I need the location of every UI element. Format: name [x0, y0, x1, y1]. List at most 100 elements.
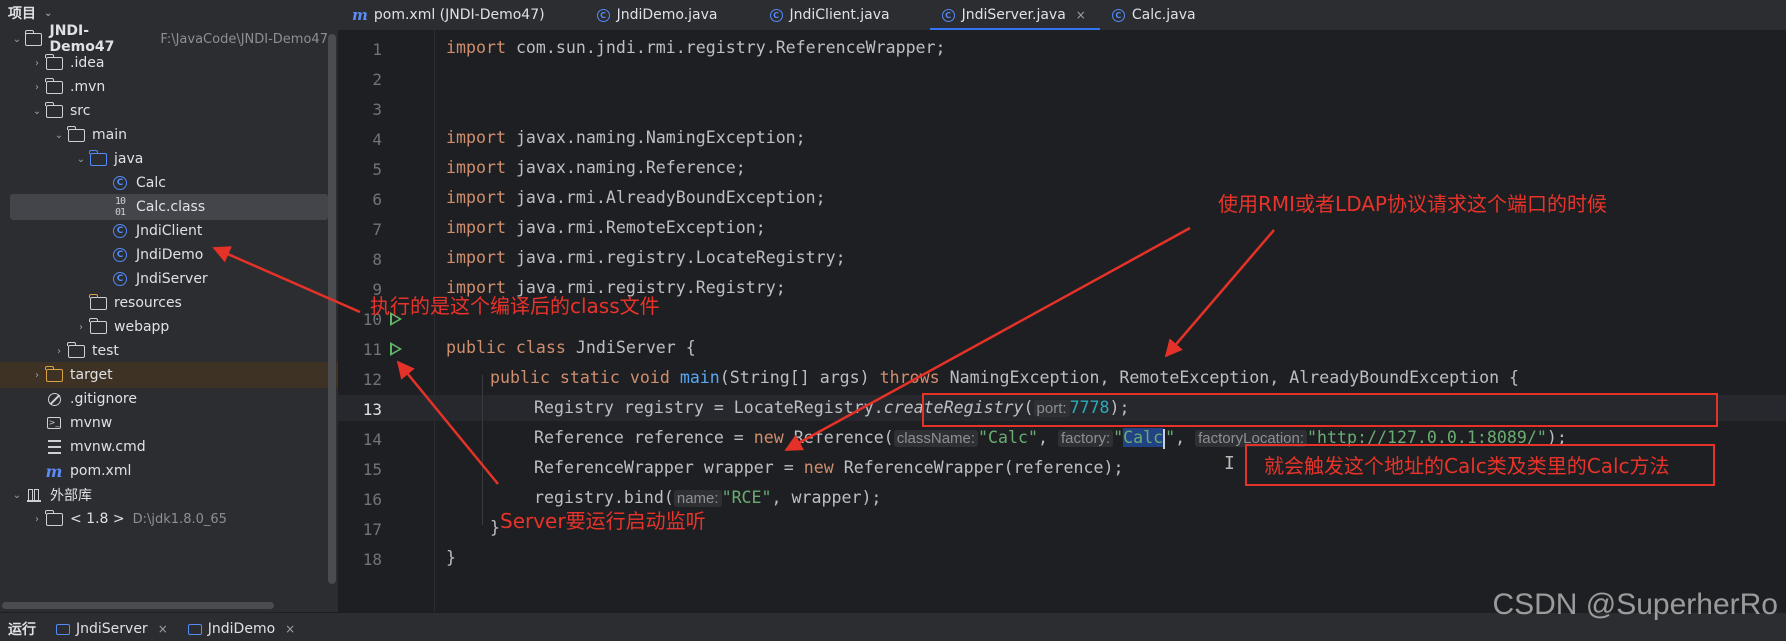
- tab-label: JndiClient.java: [789, 7, 890, 23]
- run-config-icon: [56, 623, 70, 635]
- tree-item-webapp[interactable]: › webapp: [10, 314, 328, 340]
- chevron-down-icon[interactable]: ⌄: [44, 8, 52, 19]
- parameter-hint: factory:: [1057, 430, 1114, 447]
- tree-item-test[interactable]: › test: [10, 338, 328, 364]
- code-line: import javax.naming.NamingException;: [446, 128, 806, 147]
- tree-item-external-libraries[interactable]: ⌄ 外部库: [10, 482, 328, 508]
- tab-jndiserver[interactable]: C JndiServer.java ×: [929, 0, 1101, 31]
- code-line: ReferenceWrapper wrapper = new Reference…: [534, 458, 1124, 477]
- collapse-arrow-icon[interactable]: ›: [74, 322, 88, 333]
- tree-item-label: 外部库: [50, 488, 92, 504]
- tree-item-label: JndiDemo: [136, 247, 204, 263]
- line-number: 7: [372, 220, 382, 239]
- class-icon: C: [769, 8, 783, 22]
- tree-item-jndiclient[interactable]: C JndiClient: [10, 218, 328, 244]
- run-tool-window-label[interactable]: 运行: [0, 617, 48, 641]
- expand-arrow-icon[interactable]: ⌄: [10, 34, 24, 45]
- tree-item-label: JndiClient: [136, 223, 203, 239]
- watermark: CSDN @SuperherRo: [1492, 588, 1778, 621]
- code-line: import java.rmi.registry.LocateRegistry;: [446, 248, 846, 267]
- run-tab-jndidemo[interactable]: JndiDemo ×: [180, 617, 307, 641]
- tree-item-label: resources: [114, 295, 182, 311]
- tree-item-mvn[interactable]: › .mvn: [10, 74, 328, 100]
- collapse-arrow-icon[interactable]: ›: [30, 82, 44, 93]
- class-icon: C: [110, 271, 130, 287]
- collapse-arrow-icon[interactable]: ›: [52, 346, 66, 357]
- tree-item-path: F:\JavaCode\JNDI-Demo47: [160, 31, 328, 47]
- annotation-class-file: 执行的是这个编译后的class文件: [370, 294, 660, 318]
- tree-item-label: java: [114, 151, 144, 167]
- close-icon[interactable]: ×: [158, 622, 168, 636]
- close-icon[interactable]: ×: [1076, 8, 1086, 22]
- tab-calc[interactable]: C Calc.java: [1100, 0, 1210, 30]
- run-config-icon: [187, 623, 202, 635]
- expand-arrow-icon[interactable]: ⌄: [30, 106, 44, 117]
- line-number: 16: [362, 490, 382, 509]
- run-gutter-icon[interactable]: [390, 342, 402, 356]
- line-number: 17: [362, 520, 382, 539]
- tree-item-project-root[interactable]: ⌄ JNDI-Demo47 F:\JavaCode\JNDI-Demo47: [10, 23, 328, 55]
- tree-item-calc[interactable]: C Calc: [10, 170, 328, 196]
- annotation-highlight-box: [922, 393, 1718, 427]
- tree-item-jndidemo[interactable]: C JndiDemo: [10, 242, 328, 268]
- tree-item-label: webapp: [114, 319, 170, 335]
- project-panel-title: 项目: [8, 6, 36, 22]
- tree-item-pom[interactable]: m pom.xml: [10, 458, 328, 484]
- tree-item-label: JndiServer: [136, 271, 208, 287]
- tree-item-label: pom.xml: [70, 463, 132, 479]
- tree-item-java[interactable]: ⌄ java: [10, 146, 328, 172]
- tree-item-resources[interactable]: resources: [10, 290, 328, 316]
- tree-item-mvnw[interactable]: >_ mvnw: [10, 410, 328, 436]
- folder-icon: [44, 53, 64, 71]
- gutter-separator: [434, 30, 435, 612]
- maven-icon: m: [45, 461, 63, 481]
- class-icon: C: [596, 8, 610, 22]
- folder-icon: [44, 101, 64, 119]
- tab-label: JndiServer.java: [961, 7, 1066, 23]
- line-number: 12: [362, 370, 382, 389]
- collapse-arrow-icon[interactable]: ›: [30, 58, 44, 69]
- library-icon: [24, 487, 44, 503]
- tree-item-jdk[interactable]: › < 1.8 > D:\jdk1.8.0_65: [10, 506, 328, 532]
- tab-jndiclient[interactable]: C JndiClient.java: [732, 0, 904, 30]
- tree-item-label: .gitignore: [70, 391, 137, 407]
- tree-item-gitignore[interactable]: .gitignore: [10, 386, 328, 412]
- expand-arrow-icon[interactable]: ⌄: [52, 130, 66, 141]
- tree-item-target[interactable]: › target: [0, 362, 338, 388]
- class-icon: C: [110, 223, 130, 239]
- code-line: }: [446, 548, 456, 567]
- expand-arrow-icon[interactable]: ⌄: [74, 154, 88, 165]
- code-line: import java.rmi.RemoteException;: [446, 218, 766, 237]
- collapse-arrow-icon[interactable]: ›: [30, 514, 44, 525]
- tree-item-label: main: [92, 127, 127, 143]
- tab-label: JndiDemo.java: [616, 7, 718, 23]
- line-number: 1: [372, 40, 382, 59]
- run-tab-jndiserver[interactable]: JndiServer ×: [48, 617, 180, 641]
- collapse-arrow-icon[interactable]: ›: [30, 370, 44, 381]
- tree-item-main[interactable]: ⌄ main: [10, 122, 328, 148]
- class-icon: C: [941, 8, 955, 22]
- class-icon: C: [110, 247, 130, 263]
- editor-tab-bar: m pom.xml (JNDI-Demo47) C JndiDemo.java …: [338, 0, 1786, 31]
- line-number: 2: [372, 70, 382, 89]
- parameter-hint: className:: [893, 430, 979, 447]
- maven-icon: m: [352, 6, 368, 24]
- close-icon[interactable]: ×: [285, 622, 295, 636]
- tree-item-label: test: [92, 343, 119, 359]
- binary-class-icon: 10 01: [114, 196, 126, 218]
- tree-item-calc-class[interactable]: 10 01 Calc.class: [10, 194, 328, 220]
- line-number: 4: [372, 130, 382, 149]
- tree-item-src[interactable]: ⌄ src: [10, 98, 328, 124]
- tree-item-label: mvnw: [70, 415, 113, 431]
- tab-pom-xml[interactable]: m pom.xml (JNDI-Demo47): [338, 0, 559, 30]
- tree-item-mvnw-cmd[interactable]: mvnw.cmd: [10, 434, 328, 460]
- tab-jndidemo[interactable]: C JndiDemo.java: [559, 0, 732, 30]
- line-number-gutter: 1 2 3 4 5 6 7 8 9 10 11 12 13 14 15 16 1…: [338, 30, 434, 612]
- vertical-scrollbar[interactable]: [328, 34, 336, 584]
- tree-item-idea[interactable]: › .idea: [10, 50, 328, 76]
- horizontal-scrollbar[interactable]: [2, 602, 274, 609]
- code-line: import javax.naming.Reference;: [446, 158, 746, 177]
- tree-item-jndiserver[interactable]: C JndiServer: [10, 266, 328, 292]
- code-line: }: [490, 518, 500, 537]
- expand-arrow-icon[interactable]: ⌄: [10, 490, 24, 501]
